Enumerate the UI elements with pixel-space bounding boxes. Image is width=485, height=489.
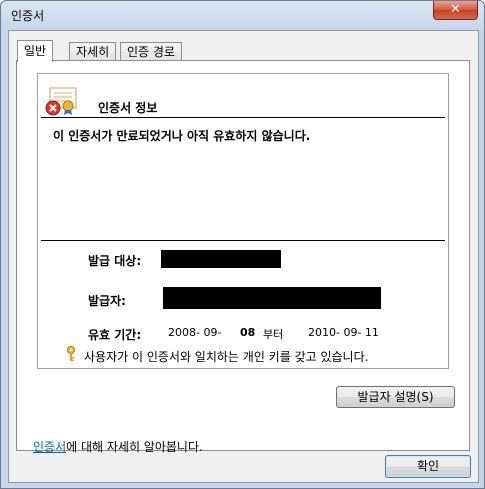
issued-to-value-redacted <box>161 250 281 268</box>
valid-from: 2008- 09- <box>168 326 222 339</box>
tab-details[interactable]: 자세히 <box>69 42 117 61</box>
ok-button[interactable]: 확인 <box>385 455 471 478</box>
certificate-icon <box>45 87 77 116</box>
validity-period: 유효 기간: 2008- 09- 08 부터 2010- 09- 11 <box>88 326 379 343</box>
error-badge-icon <box>45 100 61 116</box>
title-bar[interactable]: 인증서 ✕ <box>1 1 484 29</box>
tab-certification-path[interactable]: 인증 경로 <box>120 42 182 61</box>
tab-general[interactable]: 일반 <box>17 40 54 62</box>
learn-more-link[interactable]: 인증서 <box>33 440 66 454</box>
private-key-note: 사용자가 이 인증서와 일치하는 개인 키를 갖고 있습니다. <box>84 350 369 364</box>
issued-to-label: 발급 대상: <box>88 254 142 268</box>
validity-warning: 이 인증서가 만료되었거나 아직 유효하지 않습니다. <box>53 129 311 143</box>
validity-label: 유효 기간: <box>88 328 142 342</box>
certificate-window: 인증서 ✕ 일반 자세히 인증 경로 인증서 정보 이 인증서가 만료되었거나 … <box>0 0 485 489</box>
learn-more: 인증서에 대해 자세히 알아봅니다. <box>33 438 203 455</box>
details-divider <box>41 240 445 241</box>
dialog-body: 일반 자세히 인증 경로 인증서 정보 이 인증서가 만료되었거나 아직 유효하… <box>8 30 479 483</box>
key-icon <box>67 346 75 361</box>
title-divider <box>41 117 445 118</box>
issued-by-label: 발급자: <box>88 294 126 308</box>
valid-until-word: 부터 <box>263 328 284 341</box>
issuer-statement-button[interactable]: 발급자 설명(S) <box>336 386 455 408</box>
issued-by-value-redacted <box>163 287 381 309</box>
tab-panel-general: 인증서 정보 이 인증서가 만료되었거나 아직 유효하지 않습니다. 발급 대상… <box>16 60 470 454</box>
valid-to: 2010- 09- 11 <box>308 326 379 339</box>
certificate-info-box: 인증서 정보 이 인증서가 만료되었거나 아직 유효하지 않습니다. 발급 대상… <box>37 73 449 369</box>
valid-from-day: 08 <box>240 326 256 339</box>
info-title: 인증서 정보 <box>98 101 158 115</box>
window-title: 인증서 <box>11 9 45 23</box>
learn-more-text: 에 대해 자세히 알아봅니다. <box>66 440 203 454</box>
close-button[interactable]: ✕ <box>433 1 478 20</box>
